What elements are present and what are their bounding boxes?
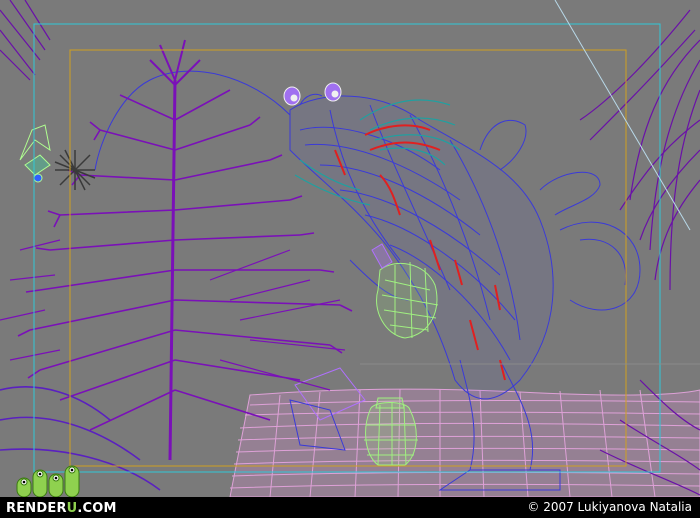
footer-bar: RENDERU.COM © 2007 Lukiyanova Natalia <box>0 497 700 518</box>
site-logo[interactable]: RENDERU.COM <box>6 498 117 518</box>
logo-mascots <box>16 465 80 497</box>
corner-plant-wireframe <box>0 0 51 81</box>
fairy-wireframe <box>19 124 51 183</box>
spiky-ball <box>54 149 96 191</box>
wireframe-scene <box>0 0 700 497</box>
wireframe-viewport[interactable] <box>0 0 700 497</box>
site-logo-text: RENDERU.COM <box>6 501 117 516</box>
ground-wireframe <box>229 388 700 497</box>
copyright-credit: © 2007 Lukiyanova Natalia <box>527 500 692 514</box>
